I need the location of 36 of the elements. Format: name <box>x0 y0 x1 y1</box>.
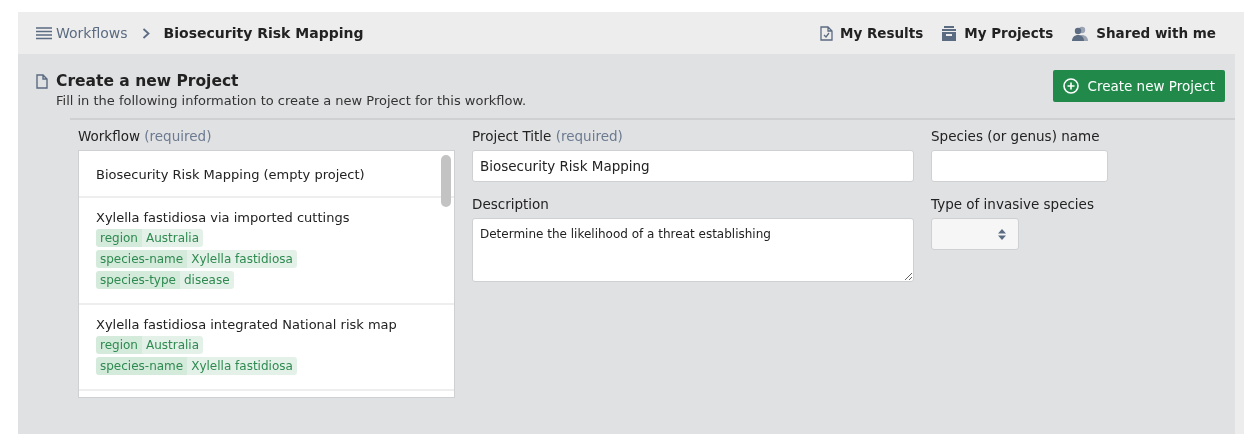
document-icon <box>36 74 48 89</box>
scrollbar-thumb[interactable] <box>441 155 451 207</box>
field-label: Species (or genus) name <box>931 128 1101 144</box>
workflow-option[interactable]: Xylella fastidiosa integrated National risk map region Australia species-name Xylella fastidiosa <box>79 305 454 391</box>
nav-link[interactable]: Shared with me <box>1071 25 1216 41</box>
workflows-link[interactable]: Workflows <box>36 25 128 41</box>
field-label: Workflow (required) <box>78 128 213 144</box>
create-project-button[interactable]: Create new Project <box>1053 70 1225 102</box>
description-field[interactable]: Determine the likelihood of a threat establishing <box>472 218 914 282</box>
workflow-option-title: Biosecurity Risk Mapping (empty project) <box>96 167 366 182</box>
workflow-list[interactable] <box>78 150 455 398</box>
archive-icon <box>941 25 958 41</box>
users-icon <box>1071 25 1090 41</box>
panel-subtitle: Fill in the following information to create a new Project for this workflow. <box>56 93 527 108</box>
workflow-option[interactable]: Xylella fastidiosa via imported cuttings region Australia species-name Xylella fastidiosa species-type disease <box>79 198 454 305</box>
nav-link[interactable]: My Results <box>820 25 924 41</box>
field-label: Type of invasive species <box>931 196 1095 212</box>
nav-link-text[interactable]: Shared with me <box>1096 25 1216 41</box>
field-label: Description <box>472 196 550 212</box>
plus-circle-icon <box>1063 78 1080 94</box>
nav-link-text[interactable]: My Projects <box>964 25 1054 41</box>
up-down-caret-icon <box>998 228 1006 240</box>
panel-title: Create a new Project <box>56 72 240 90</box>
species-name-field[interactable] <box>931 150 1108 182</box>
list-icon <box>36 26 52 40</box>
nav-link[interactable]: My Projects <box>941 25 1054 41</box>
workflows-link-text[interactable]: Workflows <box>56 25 128 41</box>
nav-link-text[interactable]: My Results <box>840 25 924 41</box>
workflow-option-title: Xylella fastidiosa integrated National risk map <box>96 317 398 332</box>
workflow-option-title: Xylella fastidiosa via imported cuttings <box>96 210 351 225</box>
field-label: Project Title (required) <box>472 128 624 144</box>
chevron-right-icon <box>141 27 150 39</box>
species-type-select[interactable] <box>931 218 1019 250</box>
project-title-field[interactable]: Biosecurity Risk Mapping <box>472 150 914 182</box>
breadcrumb-current: Biosecurity Risk Mapping <box>163 25 364 41</box>
document-check-icon <box>820 25 833 41</box>
